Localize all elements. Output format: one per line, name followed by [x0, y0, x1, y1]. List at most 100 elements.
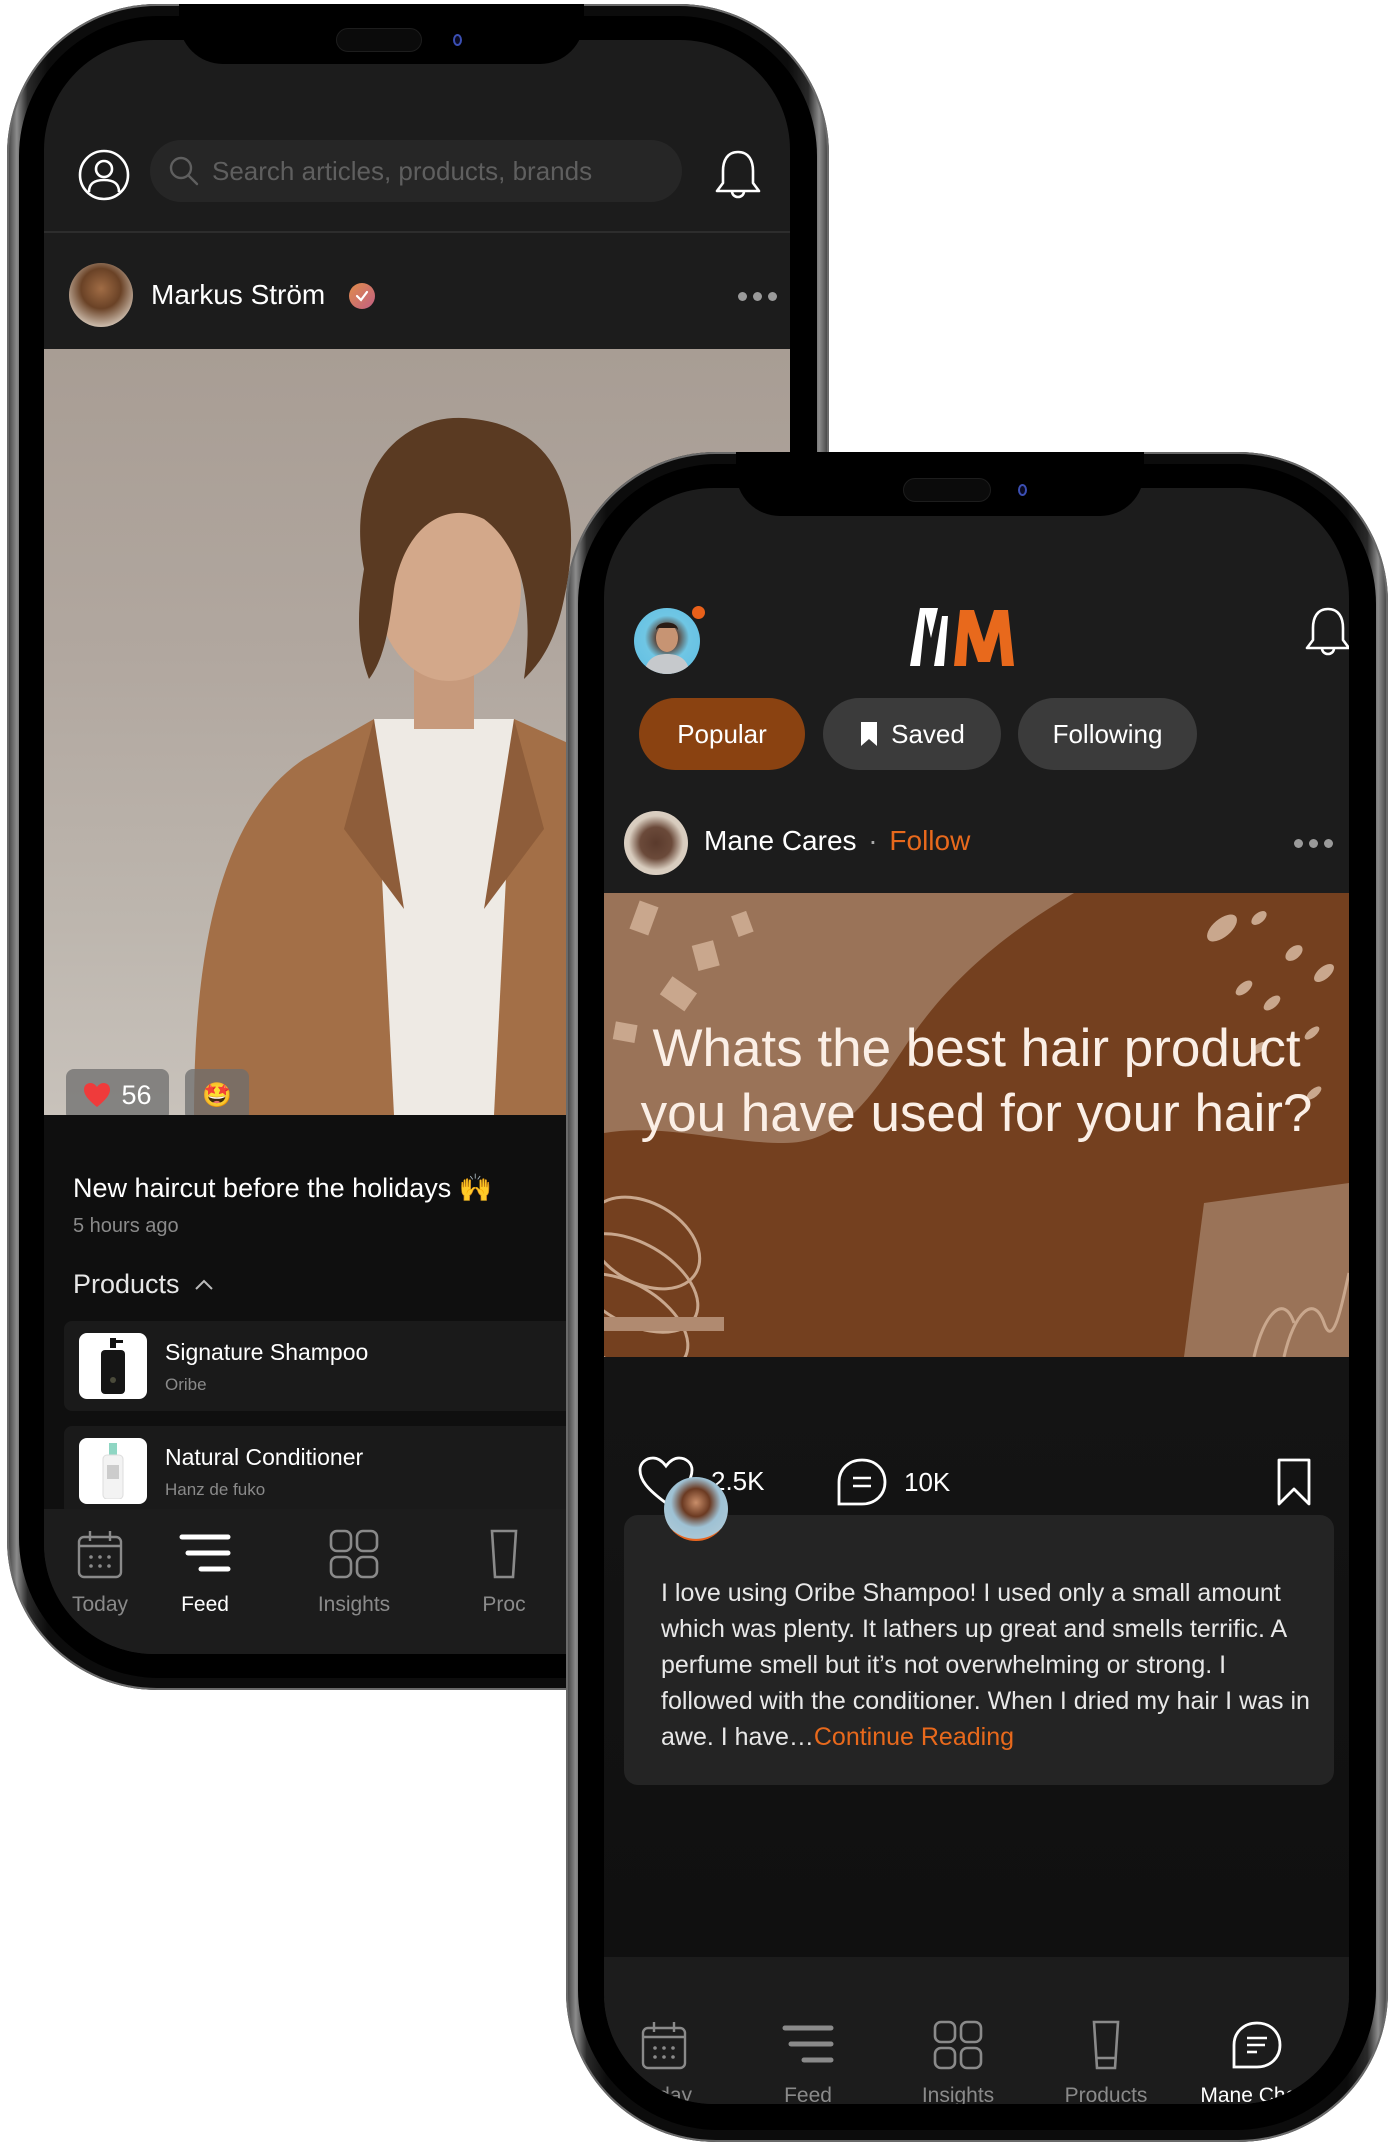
- calendar-icon: [641, 2022, 687, 2070]
- post-time: 5 hours ago: [73, 1215, 179, 1237]
- filter-popular[interactable]: Popular: [639, 698, 805, 770]
- comments-button[interactable]: 10K: [836, 1457, 950, 1507]
- brand-avatar[interactable]: [624, 811, 688, 875]
- verified-badge-icon: [349, 283, 375, 309]
- mane-chats-screen: Popular Saved Following Mane Cares · Fol…: [604, 488, 1349, 2104]
- tab-mane-chats[interactable]: Mane Chats: [1187, 2020, 1327, 2104]
- author-name[interactable]: Markus Ström: [151, 279, 325, 311]
- phone-notch: [736, 452, 1144, 516]
- notifications-button[interactable]: [710, 147, 766, 203]
- shampoo-bottle-icon: [101, 1338, 125, 1394]
- chat-bubble-icon: [1232, 2021, 1282, 2069]
- follow-button[interactable]: Follow: [889, 825, 970, 856]
- header-divider: [44, 231, 790, 233]
- tab-label: Feed: [181, 1593, 229, 1616]
- front-camera: [1018, 484, 1027, 496]
- dot: [1309, 839, 1318, 848]
- calendar-icon: [77, 1531, 123, 1579]
- comment-body: I love using Oribe Shampoo! I used only …: [661, 1575, 1321, 1755]
- tab-today[interactable]: Today: [604, 2020, 734, 2104]
- separator: ·: [868, 825, 878, 856]
- like-reaction-button[interactable]: 56: [66, 1069, 169, 1115]
- notifications-button[interactable]: [1300, 604, 1349, 660]
- filter-label: Following: [1052, 718, 1163, 749]
- author-avatar[interactable]: [69, 263, 133, 327]
- tab-bar: Today Feed Insights: [604, 1998, 1349, 2104]
- tab-label: Mane Chats: [1200, 2084, 1314, 2104]
- product-tube-icon: [490, 1529, 518, 1579]
- tab-label: Insights: [317, 1593, 391, 1616]
- comment-card: I love using Oribe Shampoo! I used only …: [624, 1515, 1334, 1785]
- star-struck-emoji-icon: 🤩: [202, 1081, 232, 1109]
- heart-filled-icon: [84, 1083, 111, 1107]
- emoji-reaction-button[interactable]: 🤩: [185, 1069, 249, 1115]
- tab-insights[interactable]: Insights: [888, 2020, 1028, 2104]
- feed-lines-icon: [179, 1534, 231, 1572]
- conditioner-bottle-icon: [102, 1443, 124, 1499]
- filter-label: Saved: [891, 718, 965, 749]
- commenter-avatar[interactable]: [664, 1477, 728, 1541]
- product-thumbnail: [79, 1438, 147, 1504]
- dot: [753, 292, 762, 301]
- bell-icon: [1305, 607, 1349, 656]
- dot: [1294, 839, 1303, 848]
- bookmark-outline-icon: [1277, 1458, 1311, 1506]
- grid-icon: [329, 1529, 379, 1579]
- search-input[interactable]: [212, 155, 652, 187]
- product-name: Signature Shampoo: [165, 1339, 369, 1365]
- tab-feed[interactable]: Feed: [135, 1529, 275, 1617]
- filter-saved[interactable]: Saved: [823, 698, 1001, 770]
- chevron-up-icon: [194, 1279, 213, 1290]
- speaker: [336, 28, 422, 52]
- tab-products[interactable]: Products: [1036, 2020, 1176, 2104]
- like-count: 56: [121, 1079, 152, 1110]
- post-caption: New haircut before the holidays 🙌: [73, 1172, 492, 1204]
- filter-label: Popular: [677, 718, 767, 749]
- product-brand: Oribe: [165, 1375, 207, 1394]
- more-options-button[interactable]: [738, 292, 777, 301]
- mane-logo: [910, 608, 1014, 666]
- products-label: Products: [73, 1269, 180, 1299]
- speaker: [903, 478, 991, 502]
- phone-right: Popular Saved Following Mane Cares · Fol…: [566, 452, 1388, 2142]
- tab-label: Today: [635, 2084, 693, 2104]
- front-camera: [453, 34, 462, 46]
- continue-reading-link[interactable]: Continue Reading: [814, 1723, 1014, 1751]
- tab-feed[interactable]: Feed: [738, 2020, 878, 2104]
- raised-hands-emoji-icon: 🙌: [458, 1173, 493, 1203]
- tab-label: Products: [1064, 2084, 1148, 2104]
- tab-insights[interactable]: Insights: [284, 1529, 424, 1617]
- author-name[interactable]: Mane Cares: [704, 825, 857, 856]
- product-brand: Hanz de fuko: [165, 1480, 266, 1499]
- bell-icon: [715, 150, 761, 199]
- dot: [1324, 839, 1333, 848]
- person-avatar-icon: [644, 622, 690, 674]
- user-avatar[interactable]: [634, 608, 700, 674]
- notification-dot: [690, 604, 707, 621]
- grid-icon: [933, 2020, 983, 2070]
- search-bar[interactable]: [150, 140, 682, 202]
- product-name: Natural Conditioner: [165, 1444, 364, 1470]
- tab-label: Proc: [482, 1593, 526, 1616]
- bookmark-button[interactable]: [1272, 1456, 1316, 1508]
- tab-products[interactable]: Proc: [434, 1529, 574, 1617]
- caption-text: New haircut before the holidays: [73, 1173, 452, 1203]
- more-options-button[interactable]: [1294, 839, 1333, 848]
- tab-label: Insights: [921, 2084, 995, 2104]
- comment-bubble-icon: [837, 1458, 887, 1506]
- post-image[interactable]: Whats the best hair product you have use…: [604, 893, 1349, 1357]
- tab-label: Today: [71, 1593, 129, 1616]
- dot: [738, 292, 747, 301]
- comment-count: 10K: [904, 1466, 951, 1497]
- profile-button[interactable]: [78, 149, 130, 201]
- product-thumbnail: [79, 1333, 147, 1399]
- post-author: Mane Cares · Follow: [704, 825, 970, 857]
- bookmark-icon: [861, 722, 878, 746]
- product-tube-icon: [1092, 2020, 1120, 2070]
- products-toggle[interactable]: Products: [73, 1269, 214, 1300]
- tab-label: Feed: [784, 2084, 832, 2104]
- phone-notch: [179, 4, 584, 64]
- feed-lines-icon: [782, 2025, 834, 2063]
- dot: [768, 292, 777, 301]
- filter-following[interactable]: Following: [1018, 698, 1197, 770]
